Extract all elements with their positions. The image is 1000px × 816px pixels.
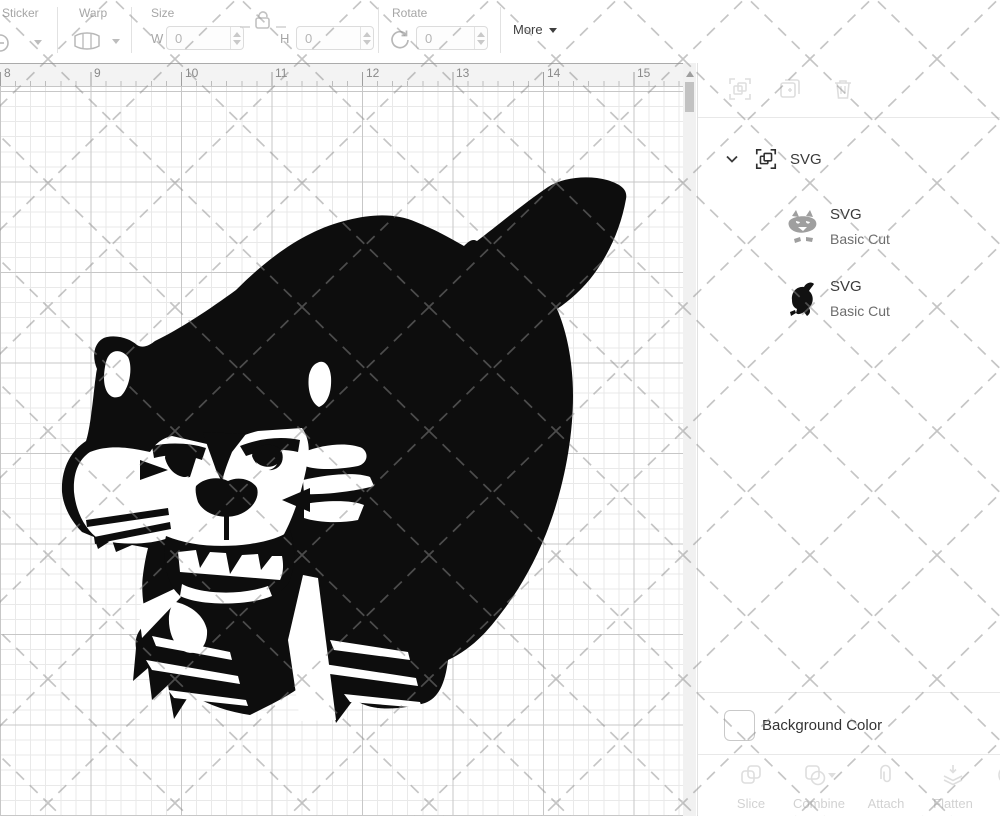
width-input[interactable] bbox=[167, 27, 230, 49]
group-icon[interactable] bbox=[754, 147, 778, 171]
warp-caret-icon[interactable] bbox=[112, 39, 120, 44]
background-color-swatch[interactable] bbox=[724, 710, 755, 741]
layer-type: Basic Cut bbox=[830, 231, 890, 247]
more-button[interactable]: More bbox=[513, 22, 543, 37]
layer-name: SVG bbox=[830, 278, 862, 295]
toolbar-divider bbox=[500, 7, 501, 53]
design-canvas[interactable]: 8 9 10 11 12 13 14 15 bbox=[0, 63, 683, 816]
combine-caret-icon[interactable] bbox=[828, 773, 836, 778]
panel-divider bbox=[698, 117, 1000, 118]
warp-icon[interactable] bbox=[72, 30, 102, 52]
width-field-label: W bbox=[151, 31, 163, 46]
step-down-icon[interactable] bbox=[233, 40, 241, 45]
sticker-label: Sticker bbox=[2, 6, 39, 20]
height-field-label: H bbox=[280, 31, 289, 46]
rotate-field bbox=[416, 26, 488, 50]
layer-thumbnail-silhouette bbox=[784, 278, 822, 322]
top-toolbar: Sticker Warp Size W H Rotate bbox=[0, 0, 1000, 63]
width-field bbox=[166, 26, 244, 50]
flatten-label: Flatten bbox=[924, 796, 982, 811]
slice-icon bbox=[738, 762, 764, 788]
slice-button[interactable]: Slice bbox=[727, 762, 775, 811]
rotate-input[interactable] bbox=[417, 27, 474, 49]
chevron-down-icon[interactable] bbox=[724, 151, 740, 167]
flatten-icon bbox=[940, 762, 966, 788]
step-up-icon[interactable] bbox=[477, 32, 485, 37]
ruler-label: 15 bbox=[637, 66, 650, 80]
step-down-icon[interactable] bbox=[477, 40, 485, 45]
ruler-label: 13 bbox=[456, 66, 469, 80]
slice-label: Slice bbox=[727, 796, 775, 811]
size-label: Size bbox=[151, 6, 174, 20]
flatten-button[interactable]: Flatten bbox=[924, 762, 982, 811]
panel-divider bbox=[698, 754, 1000, 755]
rotate-icon[interactable] bbox=[388, 28, 412, 52]
layer-row[interactable]: SVG Basic Cut bbox=[698, 272, 1000, 334]
toolbar-divider bbox=[131, 7, 132, 53]
height-input[interactable] bbox=[297, 27, 360, 49]
layer-group-row[interactable]: SVG bbox=[790, 151, 822, 168]
warp-label: Warp bbox=[79, 6, 107, 20]
background-color-label: Background Color bbox=[762, 717, 882, 734]
layers-panel: Layers Color Sync SVG SVG bbox=[697, 0, 1000, 816]
rotate-label: Rotate bbox=[392, 6, 427, 20]
overflow-action-button[interactable] bbox=[992, 762, 1000, 793]
panel-divider bbox=[698, 692, 1000, 693]
ruler-label: 10 bbox=[185, 66, 198, 80]
layer-name: SVG bbox=[830, 206, 862, 223]
duplicate-button[interactable] bbox=[777, 76, 803, 102]
toolbar-divider bbox=[57, 7, 58, 53]
ruler-label: 12 bbox=[366, 66, 379, 80]
combine-button[interactable]: Combine bbox=[786, 762, 852, 811]
toolbar-divider bbox=[378, 7, 379, 53]
contour-icon bbox=[992, 762, 1000, 788]
ruler-label: 9 bbox=[94, 66, 101, 80]
sticker-icon[interactable] bbox=[0, 31, 14, 55]
height-stepper[interactable] bbox=[360, 27, 373, 49]
delete-button[interactable] bbox=[830, 76, 856, 102]
ruler-label: 14 bbox=[547, 66, 560, 80]
canvas-scrollbar[interactable] bbox=[683, 63, 696, 816]
step-up-icon[interactable] bbox=[363, 32, 371, 37]
more-caret-icon[interactable] bbox=[549, 28, 557, 33]
attach-icon bbox=[873, 762, 899, 788]
attach-button[interactable]: Attach bbox=[860, 762, 912, 811]
height-field bbox=[296, 26, 374, 50]
step-down-icon[interactable] bbox=[363, 40, 371, 45]
scroll-up-icon[interactable] bbox=[686, 71, 694, 77]
combine-label: Combine bbox=[786, 796, 852, 811]
layer-thumbnail-detail bbox=[784, 206, 822, 250]
scrollbar-thumb[interactable] bbox=[685, 82, 694, 112]
attach-label: Attach bbox=[860, 796, 912, 811]
step-up-icon[interactable] bbox=[233, 32, 241, 37]
horizontal-ruler: 8 9 10 11 12 13 14 15 bbox=[0, 63, 683, 87]
layer-row[interactable]: SVG Basic Cut bbox=[698, 200, 1000, 262]
sticker-caret-icon[interactable] bbox=[34, 40, 42, 45]
ruler-label: 8 bbox=[4, 66, 11, 80]
raccoon-artwork[interactable] bbox=[0, 87, 683, 816]
ruler-label: 11 bbox=[275, 66, 287, 80]
rotate-stepper[interactable] bbox=[474, 27, 487, 49]
group-button[interactable] bbox=[727, 76, 753, 102]
layer-type: Basic Cut bbox=[830, 303, 890, 319]
size-lock-icon[interactable] bbox=[238, 9, 288, 31]
combine-icon bbox=[802, 762, 828, 788]
